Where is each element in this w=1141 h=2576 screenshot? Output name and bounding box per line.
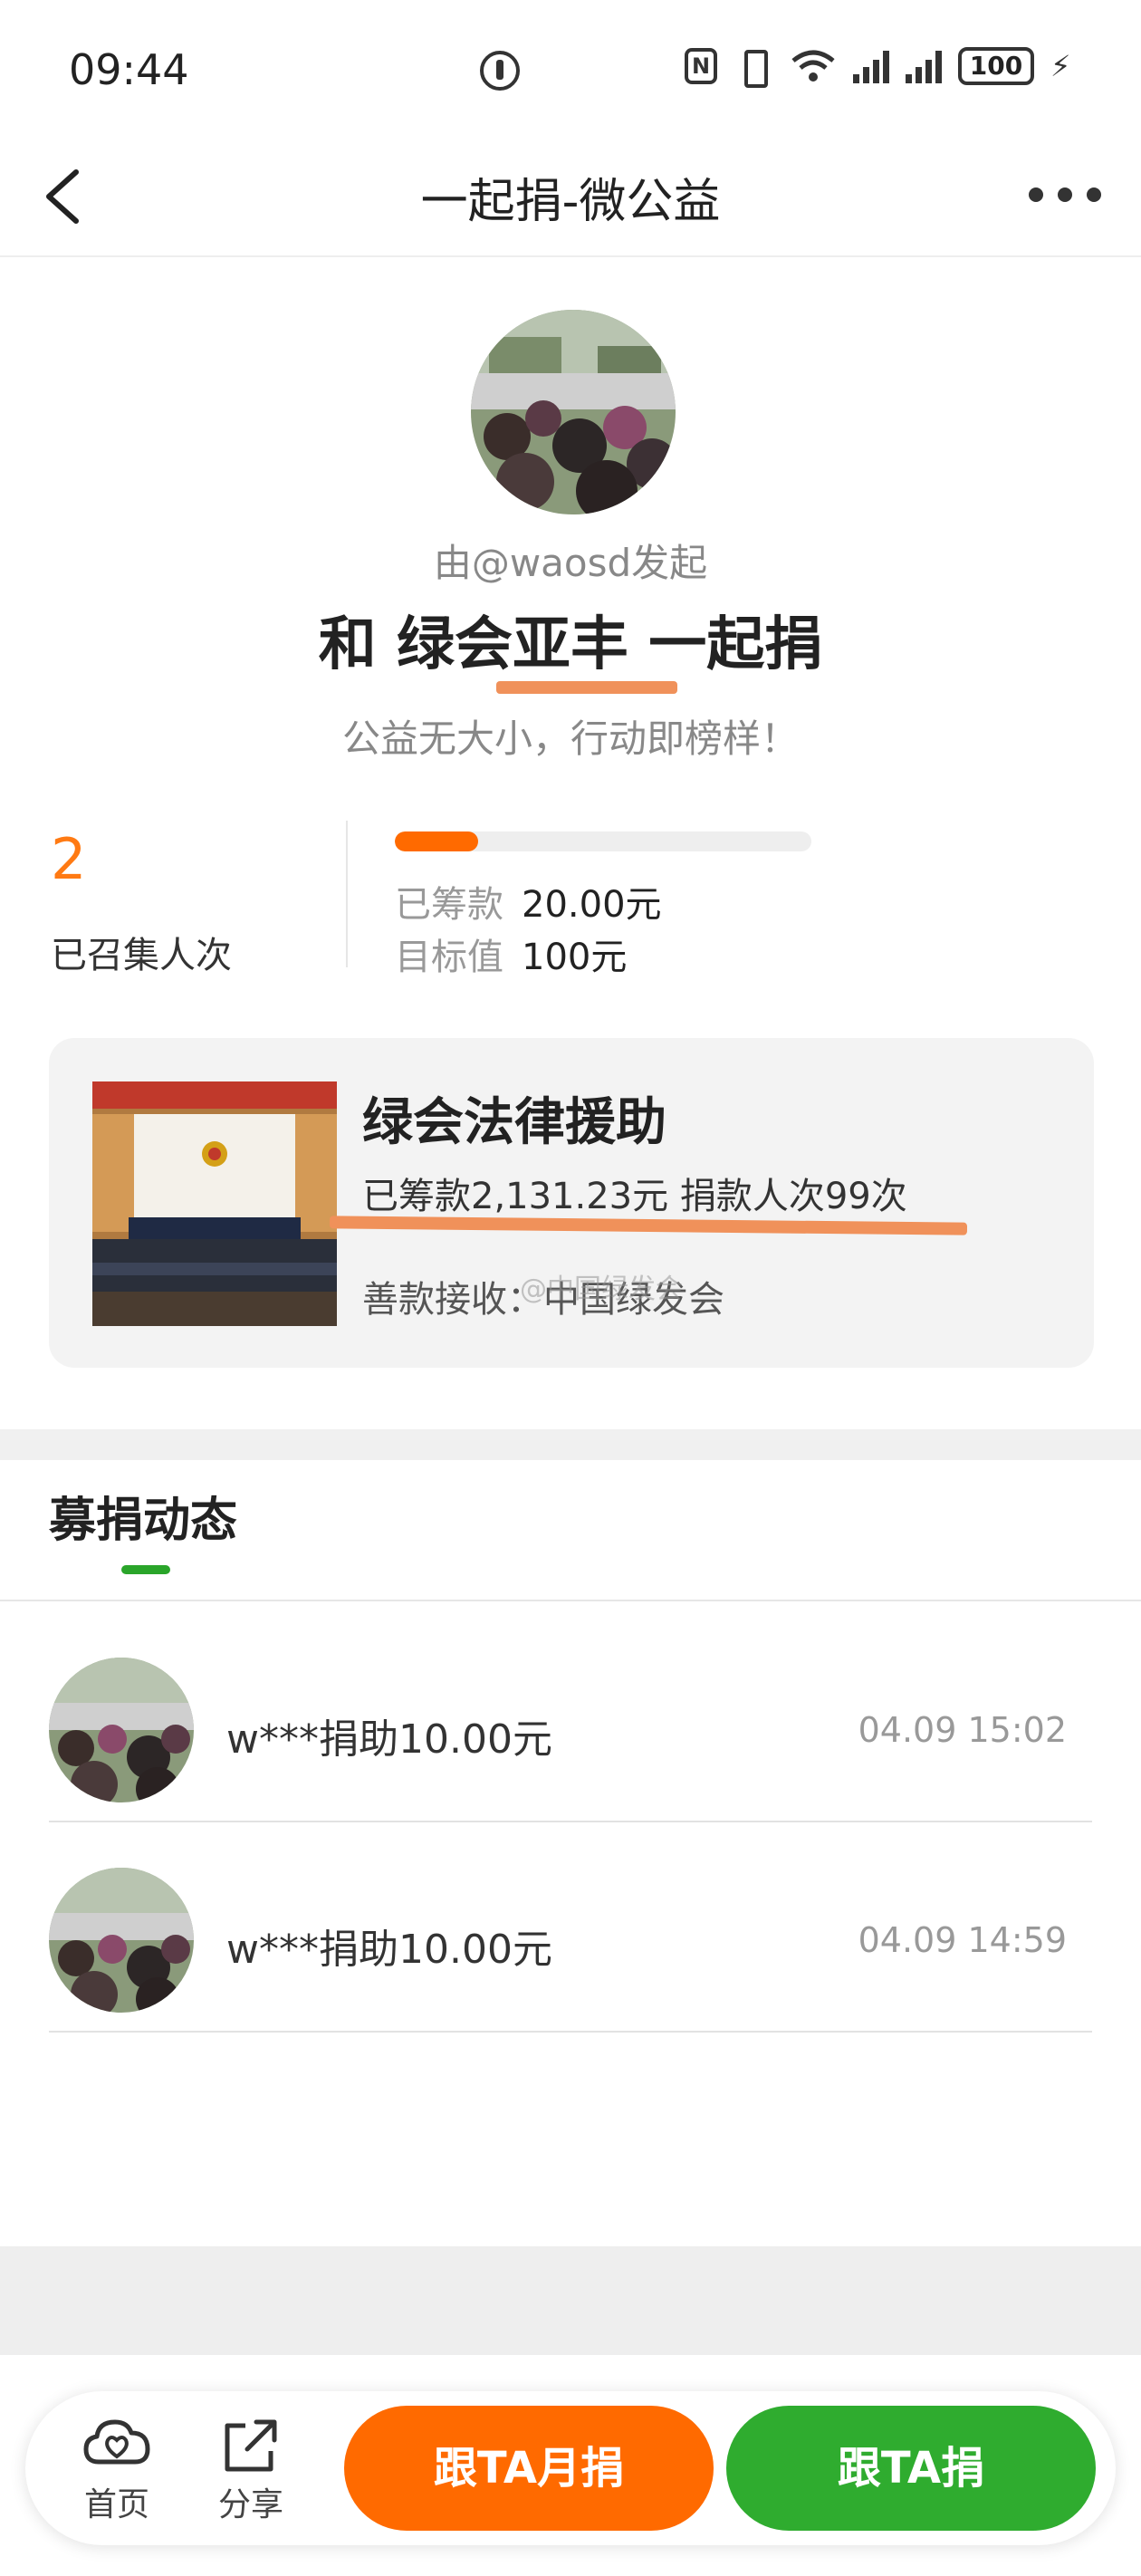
- vibrate-icon: [734, 48, 773, 88]
- stats-divider: [346, 821, 348, 967]
- project-title: 绿会法律援助: [362, 1093, 666, 1152]
- initiator-avatar[interactable]: [471, 310, 676, 514]
- donation-time: 04.09 14:59: [858, 1920, 1067, 1960]
- feed-divider: [0, 1600, 1141, 1601]
- signal-icon-2: [906, 49, 942, 83]
- app-status-icon: [480, 51, 520, 91]
- initiator-label[interactable]: 由@waosd发起: [0, 533, 1141, 588]
- share-label: 分享: [217, 2486, 283, 2523]
- target-label: 目标值: [395, 937, 503, 978]
- footer-spacer: [0, 2246, 1141, 2355]
- battery-icon: 100: [958, 47, 1034, 85]
- monthly-donate-button[interactable]: 跟TA月捐: [344, 2406, 714, 2531]
- home-icon: [81, 2413, 153, 2476]
- watermark: @中国绿发会: [520, 1274, 683, 1305]
- donor-avatar: [49, 1868, 194, 2013]
- feed-tab[interactable]: 募捐动态: [49, 1482, 237, 1550]
- action-bar: 首页 分享 跟TA月捐 跟TA捐: [25, 2391, 1116, 2545]
- raised-value: 20.00元: [522, 884, 662, 926]
- campaign-headline: 和 绿会亚丰 一起捐: [318, 611, 823, 678]
- section-gap: [0, 1429, 1141, 1460]
- donation-text: w***捐助10.00元: [226, 1716, 552, 1763]
- signal-icon-1: [853, 49, 889, 83]
- nav-bar: 一起捐-微公益: [0, 136, 1141, 257]
- feed-tab-indicator: [121, 1565, 170, 1574]
- raised-row: 已筹款 20.00元: [395, 875, 662, 928]
- more-icon[interactable]: [1029, 181, 1101, 208]
- list-item[interactable]: w***捐助10.00元 04.09 15:02: [49, 1612, 1092, 1822]
- donation-text: w***捐助10.00元: [226, 1927, 552, 1973]
- target-value: 100元: [522, 937, 628, 978]
- project-stats: 已筹款2,131.23元 捐款人次99次: [362, 1176, 907, 1217]
- wifi-icon: [790, 48, 837, 84]
- list-item[interactable]: w***捐助10.00元 04.09 14:59: [49, 1822, 1092, 2033]
- participant-count-label: 已召集人次: [51, 935, 232, 976]
- status-time: 09:44: [69, 45, 189, 94]
- nfc-icon: N: [685, 48, 717, 84]
- highlight-underline: [496, 681, 677, 694]
- progress-bar: [395, 831, 811, 851]
- donation-time: 04.09 15:02: [858, 1710, 1067, 1750]
- status-bar: 09:44 N 100 ⚡: [0, 0, 1141, 136]
- status-icons: N 100 ⚡: [685, 47, 1071, 88]
- home-label: 首页: [83, 2486, 149, 2523]
- raised-label: 已筹款: [395, 884, 503, 926]
- donate-button[interactable]: 跟TA捐: [726, 2406, 1096, 2531]
- donor-avatar: [49, 1658, 194, 1802]
- target-row: 目标值 100元: [395, 928, 627, 980]
- home-button[interactable]: 首页: [67, 2413, 167, 2525]
- project-thumbnail: [92, 1081, 337, 1326]
- page-title: 一起捐-微公益: [420, 175, 721, 229]
- campaign-slogan: 公益无大小，行动即榜样！: [341, 716, 799, 761]
- participant-count: 2: [51, 826, 87, 892]
- project-card[interactable]: 绿会法律援助 已筹款2,131.23元 捐款人次99次 善款接收：中国绿发会 @…: [49, 1038, 1094, 1368]
- share-icon: [215, 2413, 287, 2476]
- share-button[interactable]: 分享: [201, 2413, 301, 2525]
- charging-icon: ⚡: [1050, 49, 1071, 83]
- progress-fill: [395, 831, 478, 851]
